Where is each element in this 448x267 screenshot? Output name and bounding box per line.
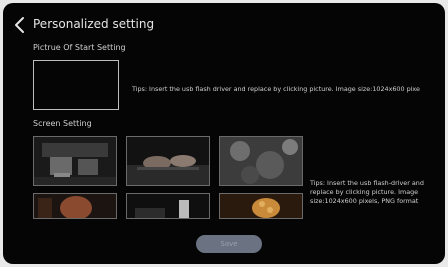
coffee-machine-photo (34, 137, 116, 185)
settings-screen: Personalized setting Pictrue Of Start Se… (3, 3, 445, 264)
start-picture-slot[interactable] (33, 60, 119, 110)
person-photo (34, 194, 116, 218)
save-button[interactable]: Save (196, 235, 262, 253)
laptop-desk-photo (127, 194, 209, 218)
chevron-left-icon (15, 17, 24, 33)
screen-thumbnail-1[interactable] (33, 136, 117, 186)
screen-thumbnail-2[interactable] (126, 136, 210, 186)
start-picture-tip: Tips: Insert the usb flash driver and re… (132, 85, 420, 93)
hands-on-keyboard-photo (127, 137, 209, 185)
grey-texture-photo (220, 137, 302, 185)
back-button[interactable] (13, 16, 27, 34)
screen-thumbnail-4[interactable] (33, 193, 117, 219)
screen-setting-tip: Tips: Insert the usb flash-driver and re… (310, 179, 424, 205)
screen-thumbnail-5[interactable] (126, 193, 210, 219)
page-title: Personalized setting (33, 17, 155, 31)
screen-setting-label: Screen Setting (33, 119, 92, 128)
screen-thumbnail-6[interactable] (219, 193, 303, 219)
screen-thumbnail-3[interactable] (219, 136, 303, 186)
start-picture-label: Pictrue Of Start Setting (33, 43, 126, 52)
golden-food-photo (220, 194, 302, 218)
